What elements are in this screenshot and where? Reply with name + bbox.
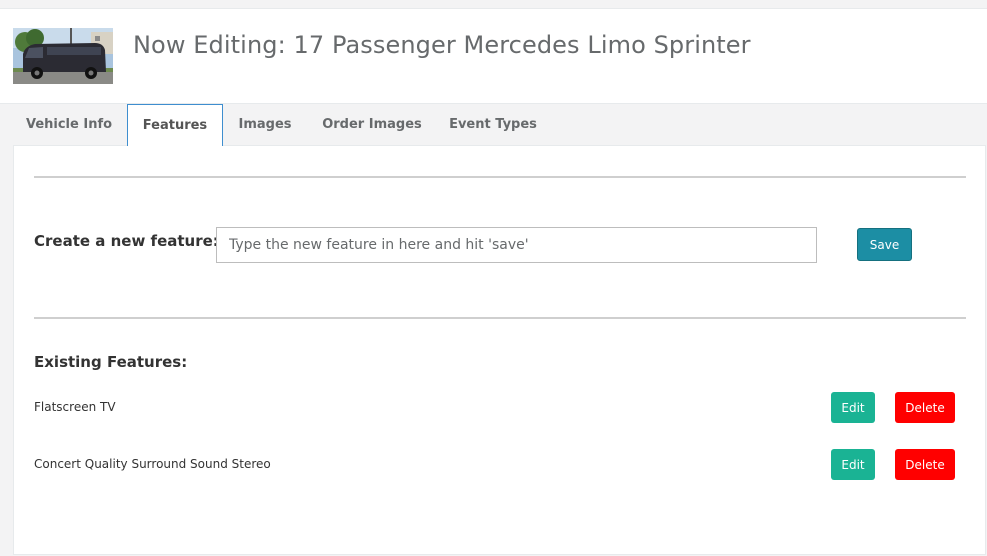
vehicle-thumbnail [13,28,113,84]
existing-features-heading: Existing Features: [34,353,188,371]
feature-name: Flatscreen TV [34,400,116,414]
save-button[interactable]: Save [857,228,912,261]
tab-images[interactable]: Images [229,104,301,146]
page-title: Now Editing: 17 Passenger Mercedes Limo … [133,31,751,59]
tab-features[interactable]: Features [127,104,223,146]
page-header: Now Editing: 17 Passenger Mercedes Limo … [0,8,987,104]
edit-feature-button[interactable]: Edit [831,392,875,423]
edit-feature-button[interactable]: Edit [831,449,875,480]
feature-row: Concert Quality Surround Sound Stereo Ed… [14,449,985,481]
delete-feature-button[interactable]: Delete [895,449,955,480]
features-panel: Create a new feature: Save Existing Feat… [13,145,986,555]
tab-bar: Vehicle Info Features Images Order Image… [13,104,973,146]
tab-order-images[interactable]: Order Images [315,104,429,146]
delete-feature-button[interactable]: Delete [895,392,955,423]
create-feature-label: Create a new feature: [34,232,219,250]
divider [34,176,966,178]
page: Now Editing: 17 Passenger Mercedes Limo … [0,0,987,556]
feature-name: Concert Quality Surround Sound Stereo [34,457,271,471]
feature-row: Flatscreen TV Edit Delete [14,392,985,424]
divider [34,317,966,319]
new-feature-input[interactable] [216,227,817,263]
tab-event-types[interactable]: Event Types [443,104,543,146]
tab-vehicle-info[interactable]: Vehicle Info [13,104,125,146]
